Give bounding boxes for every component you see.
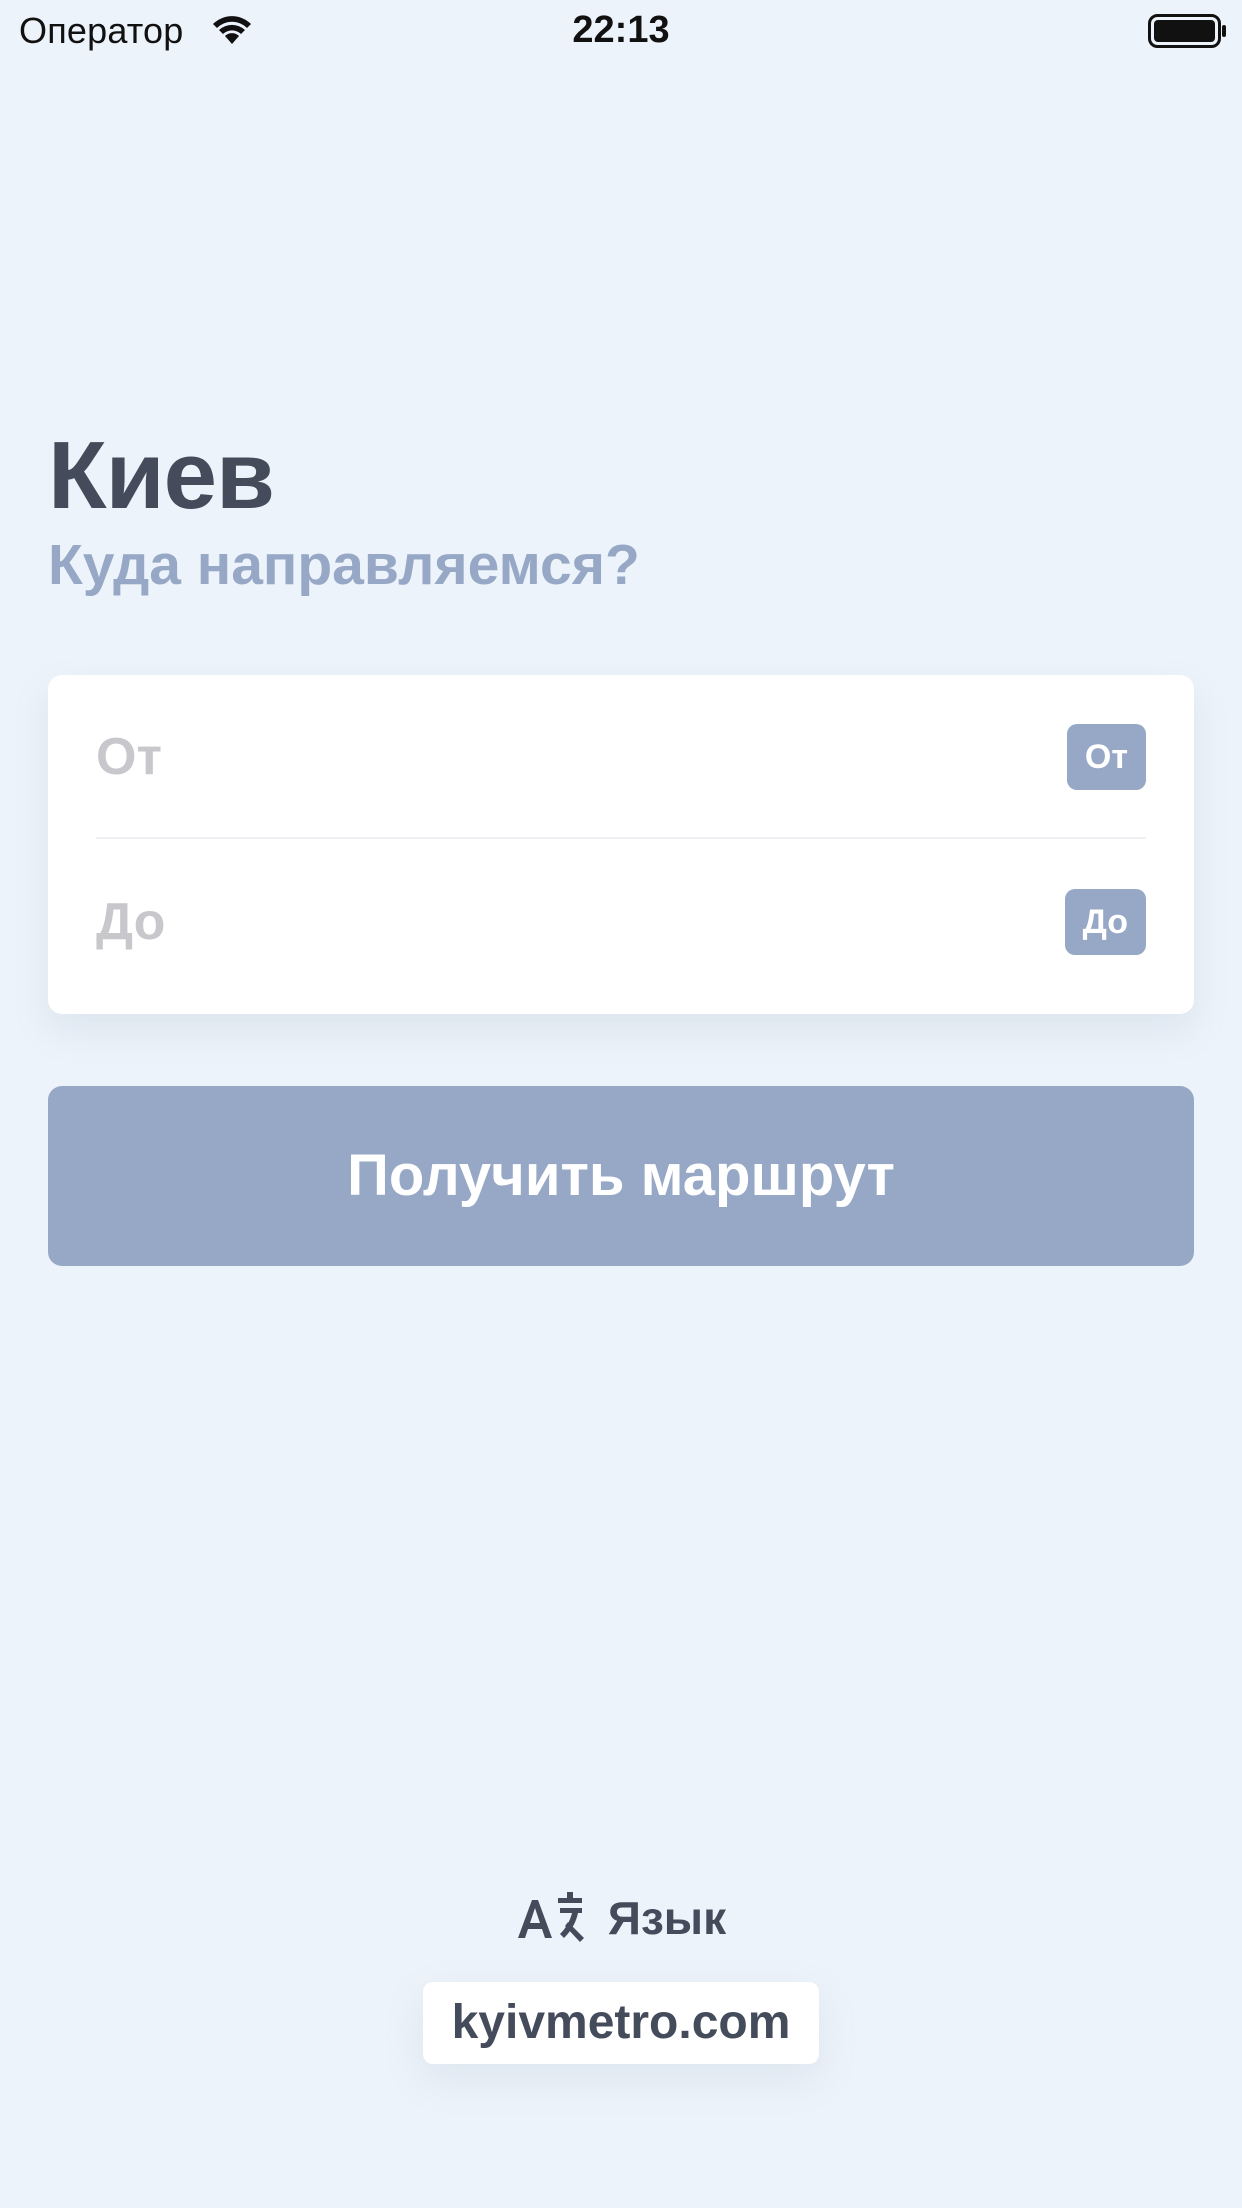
- page-title: Киев: [48, 422, 275, 529]
- get-route-button[interactable]: Получить маршрут: [48, 1086, 1194, 1266]
- status-bar: Оператор 22:13: [0, 0, 1242, 60]
- status-time: 22:13: [572, 9, 670, 51]
- battery-icon: [1148, 14, 1226, 48]
- language-button[interactable]: Язык: [0, 1888, 1242, 1948]
- divider: [96, 837, 1146, 839]
- website-link[interactable]: kyivmetro.com: [423, 1982, 819, 2064]
- language-label: Язык: [607, 1892, 727, 1944]
- page-subtitle: Куда направляемся?: [48, 533, 640, 597]
- route-input-card: От До: [48, 675, 1194, 1014]
- to-field: До: [96, 867, 1146, 977]
- from-badge[interactable]: От: [1066, 724, 1146, 790]
- from-field: От: [96, 702, 1146, 812]
- to-badge[interactable]: До: [1064, 889, 1146, 955]
- translate-icon: [517, 1892, 584, 1942]
- from-station-input[interactable]: [96, 722, 996, 792]
- to-station-input[interactable]: [96, 887, 996, 957]
